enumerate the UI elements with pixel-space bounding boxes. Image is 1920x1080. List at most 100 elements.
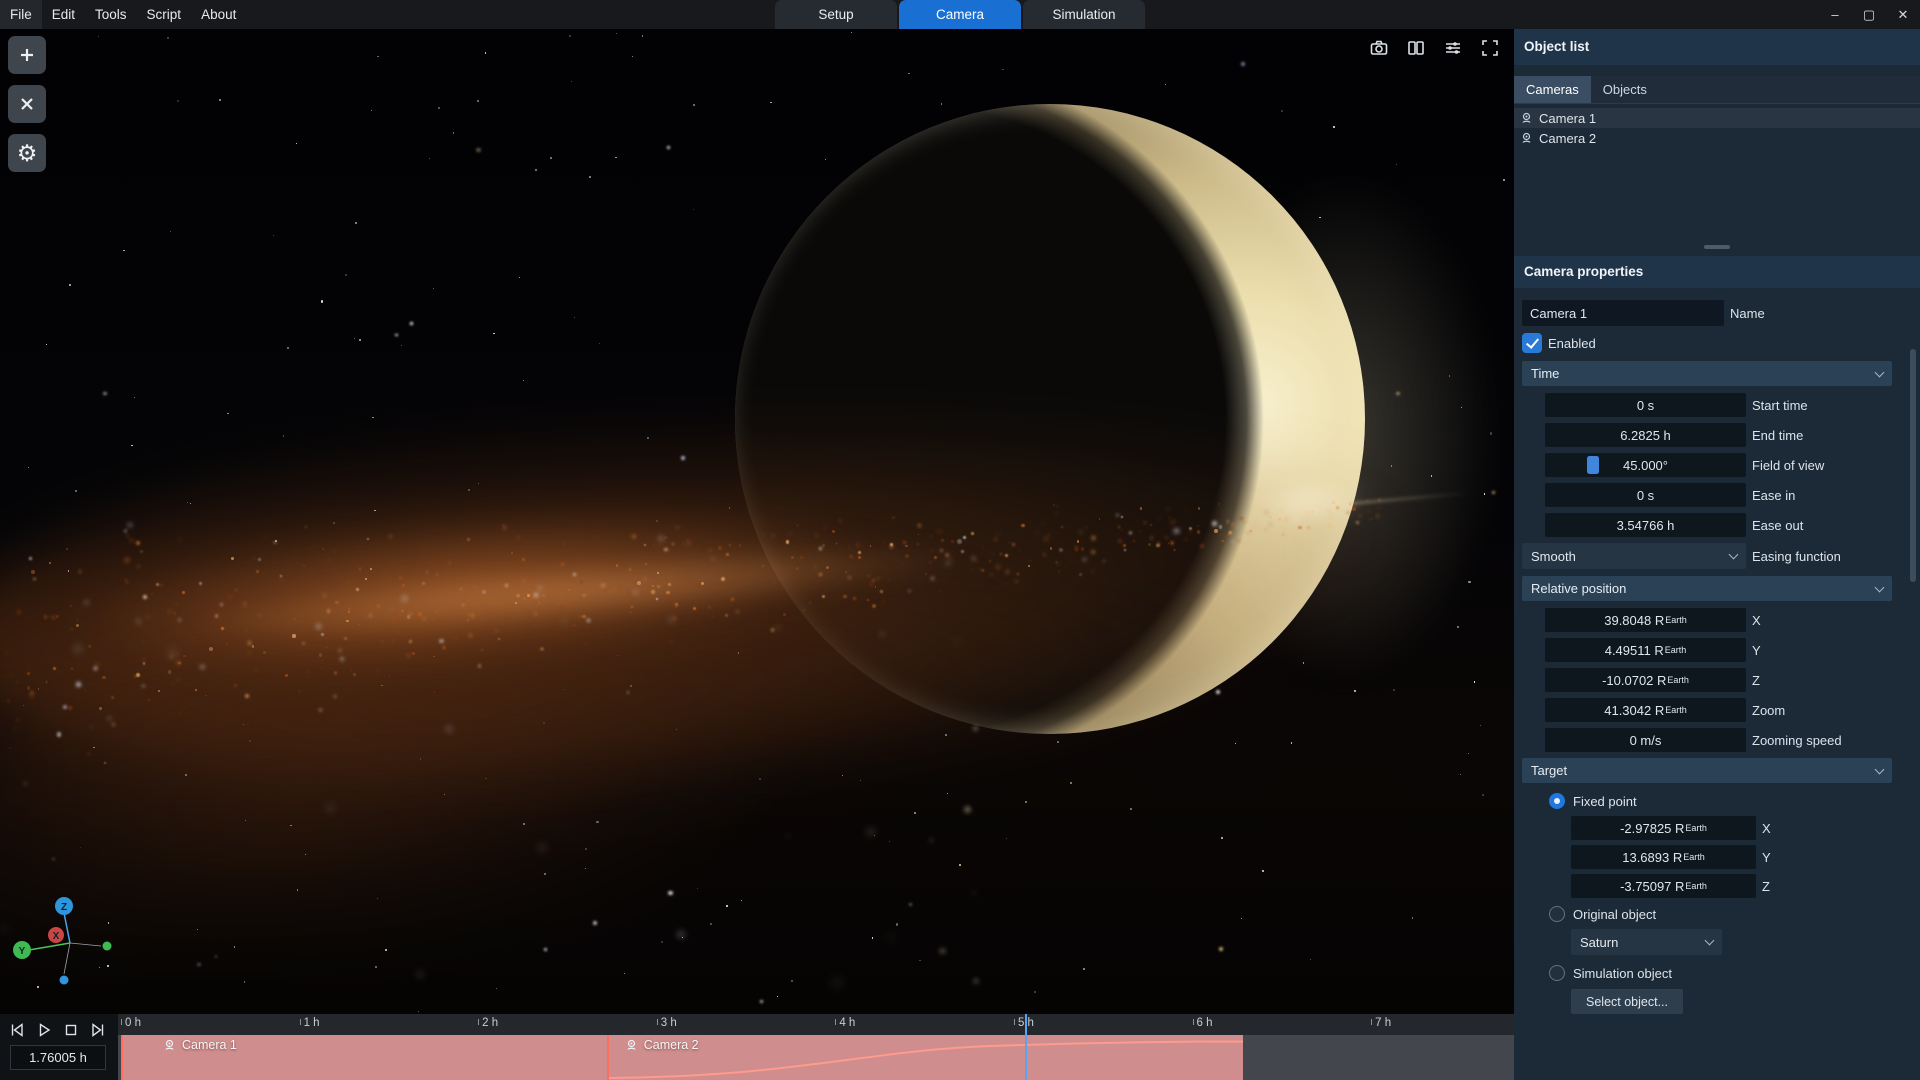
play-button[interactable] bbox=[35, 1021, 53, 1039]
camera-icon bbox=[1520, 112, 1533, 124]
ease-curve bbox=[609, 1035, 1243, 1080]
target-z-input[interactable]: -3.75097 REarth bbox=[1571, 874, 1756, 898]
select-object-button[interactable]: Select object... bbox=[1571, 989, 1683, 1014]
close-button[interactable]: ✕ bbox=[1886, 0, 1920, 29]
section-time[interactable]: Time bbox=[1522, 361, 1892, 386]
target-x-input[interactable]: -2.97825 REarth bbox=[1571, 816, 1756, 840]
add-button[interactable] bbox=[8, 36, 46, 74]
maximize-button[interactable]: ▢ bbox=[1852, 0, 1886, 29]
start-time-label: Start time bbox=[1752, 398, 1808, 413]
target-x-label: X bbox=[1762, 821, 1771, 836]
section-relative-position[interactable]: Relative position bbox=[1522, 576, 1892, 601]
enabled-checkbox[interactable] bbox=[1522, 333, 1542, 353]
minimize-button[interactable]: – bbox=[1818, 0, 1852, 29]
tab-cameras[interactable]: Cameras bbox=[1514, 76, 1591, 103]
target-y-label: Y bbox=[1762, 850, 1771, 865]
tab-simulation[interactable]: Simulation bbox=[1023, 0, 1145, 29]
target-z-label: Z bbox=[1762, 879, 1770, 894]
axis-gizmo[interactable]: Z X Y bbox=[0, 880, 140, 1000]
menu-script[interactable]: Script bbox=[137, 0, 192, 29]
camera-properties-header: Camera properties bbox=[1514, 256, 1920, 288]
camera-list: Camera 1 Camera 2 bbox=[1514, 108, 1920, 243]
fov-label: Field of view bbox=[1752, 458, 1824, 473]
rel-x-label: X bbox=[1752, 613, 1761, 628]
rel-x-input[interactable]: 39.8048 REarth bbox=[1545, 608, 1746, 632]
target-simulation-object-radio[interactable]: Simulation object bbox=[1522, 963, 1920, 983]
remove-button[interactable] bbox=[8, 85, 46, 123]
easing-function-select[interactable]: Smooth bbox=[1522, 543, 1746, 569]
skip-to-start-button[interactable] bbox=[8, 1021, 26, 1039]
target-fixed-point-radio[interactable]: Fixed point bbox=[1522, 791, 1920, 811]
fullscreen-icon[interactable] bbox=[1480, 38, 1500, 58]
menu-tools[interactable]: Tools bbox=[85, 0, 137, 29]
camera-icon bbox=[625, 1039, 638, 1051]
menu-edit[interactable]: Edit bbox=[42, 0, 85, 29]
chevron-down-icon bbox=[1729, 550, 1739, 560]
target-y-input[interactable]: 13.6893 REarth bbox=[1571, 845, 1756, 869]
end-time-input[interactable]: 6.2825 h bbox=[1545, 423, 1746, 447]
window-controls: – ▢ ✕ bbox=[1818, 0, 1920, 29]
timeline-ruler[interactable]: 0 h1 h2 h3 h4 h5 h6 h7 h bbox=[118, 1014, 1514, 1035]
viewport-3d[interactable]: ⚙ bbox=[0, 29, 1514, 1014]
radio-icon bbox=[1549, 965, 1565, 981]
gear-icon: ⚙ bbox=[17, 142, 38, 165]
chevron-down-icon bbox=[1875, 367, 1885, 377]
menu-bar: File Edit Tools Script About Setup Camer… bbox=[0, 0, 1920, 29]
ruler-tick: 6 h bbox=[1193, 1017, 1213, 1029]
list-item-camera-2[interactable]: Camera 2 bbox=[1514, 128, 1920, 148]
settings-button[interactable]: ⚙ bbox=[8, 134, 46, 172]
radio-icon bbox=[1549, 906, 1565, 922]
ease-in-input[interactable]: 0 s bbox=[1545, 483, 1746, 507]
screenshot-camera-icon[interactable] bbox=[1369, 38, 1389, 58]
scrollbar-thumb[interactable] bbox=[1910, 349, 1916, 582]
scrollbar-thumb[interactable] bbox=[1704, 245, 1730, 249]
menu-about[interactable]: About bbox=[191, 0, 246, 29]
skip-end-icon bbox=[90, 1022, 106, 1038]
zoom-input[interactable]: 41.3042 REarth bbox=[1545, 698, 1746, 722]
ease-out-label: Ease out bbox=[1752, 518, 1803, 533]
rel-y-label: Y bbox=[1752, 643, 1761, 658]
name-label: Name bbox=[1730, 306, 1765, 321]
current-time-display[interactable]: 1.76005 h bbox=[10, 1045, 106, 1070]
tab-objects[interactable]: Objects bbox=[1591, 76, 1659, 103]
zooming-speed-label: Zooming speed bbox=[1752, 733, 1842, 748]
stop-icon bbox=[63, 1022, 79, 1038]
stop-button[interactable] bbox=[62, 1021, 80, 1039]
start-time-input[interactable]: 0 s bbox=[1545, 393, 1746, 417]
rel-z-input[interactable]: -10.0702 REarth bbox=[1545, 668, 1746, 692]
target-original-object-radio[interactable]: Original object bbox=[1522, 904, 1920, 924]
axis-z-label: Z bbox=[61, 902, 67, 913]
chevron-down-icon bbox=[1705, 936, 1715, 946]
original-object-select[interactable]: Saturn bbox=[1571, 929, 1722, 955]
enabled-label: Enabled bbox=[1548, 336, 1596, 351]
skip-start-icon bbox=[9, 1022, 25, 1038]
timeline-clip-2[interactable]: Camera 2 bbox=[607, 1035, 1243, 1080]
ease-out-input[interactable]: 3.54766 h bbox=[1545, 513, 1746, 537]
playhead[interactable] bbox=[1025, 1014, 1027, 1080]
timeline-clip-1[interactable]: Camera 1 bbox=[121, 1035, 607, 1080]
zooming-speed-input[interactable]: 0 m/s bbox=[1545, 728, 1746, 752]
skip-to-end-button[interactable] bbox=[89, 1021, 107, 1039]
timeline-tracks-area[interactable]: 0 h1 h2 h3 h4 h5 h6 h7 h Camera 1Camera … bbox=[118, 1014, 1514, 1080]
plus-icon bbox=[18, 46, 36, 64]
axis-x-label: X bbox=[53, 931, 60, 942]
tab-setup[interactable]: Setup bbox=[775, 0, 897, 29]
ruler-tick: 4 h bbox=[835, 1017, 855, 1029]
split-view-icon[interactable] bbox=[1406, 38, 1426, 58]
ruler-tick: 1 h bbox=[300, 1017, 320, 1029]
ruler-tick: 7 h bbox=[1371, 1017, 1391, 1029]
fov-slider-handle[interactable] bbox=[1587, 456, 1599, 474]
tab-camera[interactable]: Camera bbox=[899, 0, 1021, 29]
camera-icon bbox=[1520, 132, 1533, 144]
ruler-tick: 3 h bbox=[657, 1017, 677, 1029]
field-of-view-slider[interactable]: 45.000° bbox=[1545, 453, 1746, 477]
camera-name-input[interactable]: Camera 1 bbox=[1522, 300, 1724, 326]
close-icon bbox=[18, 95, 36, 113]
menu-file[interactable]: File bbox=[0, 0, 42, 29]
filter-settings-icon[interactable] bbox=[1443, 38, 1463, 58]
ruler-tick: 0 h bbox=[121, 1017, 141, 1029]
rel-y-input[interactable]: 4.49511 REarth bbox=[1545, 638, 1746, 662]
viewport-left-toolbar: ⚙ bbox=[8, 36, 46, 172]
section-target[interactable]: Target bbox=[1522, 758, 1892, 783]
list-item-camera-1[interactable]: Camera 1 bbox=[1514, 108, 1920, 128]
